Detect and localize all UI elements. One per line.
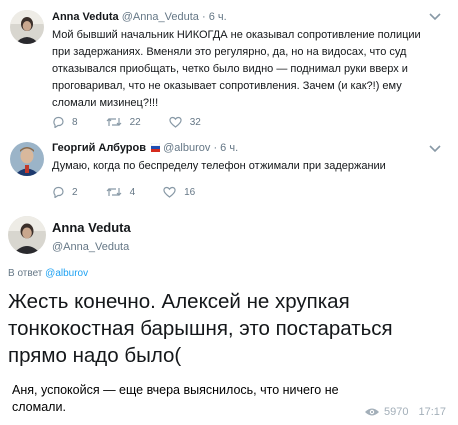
tweet-text-line: прямо надо было( — [8, 344, 182, 367]
tweet-text: Мой бывший начальник НИКОГДА не оказывал… — [52, 27, 432, 112]
reply-button[interactable]: 8 — [52, 116, 78, 128]
tweet-text-line: Мой бывший начальник НИКОГДА не оказывал… — [52, 29, 421, 41]
avatar[interactable] — [8, 216, 46, 254]
retweet-icon — [106, 188, 121, 196]
post-caption: Аня, успокойся — еще вчера выяснилось, ч… — [0, 370, 458, 425]
post-meta: 5970 17:17 — [364, 406, 446, 418]
tweet-anna-veduta[interactable]: Anna Veduta @Anna_Veduta · 6 ч. Мой бывш… — [0, 0, 458, 136]
eye-icon — [364, 408, 379, 416]
tweet-text-line: тонкокостная барышня, это постараться — [8, 317, 393, 340]
like-button[interactable]: 16 — [163, 186, 195, 198]
reply-count: 8 — [72, 116, 78, 128]
tweet-header: Георгий Албуров @alburov · 6 ч. — [52, 142, 238, 154]
tweet-time[interactable]: · 6 ч. — [202, 11, 227, 23]
tweet-actions: 8 22 32 — [52, 114, 229, 130]
author-handle[interactable]: @Anna_Veduta — [52, 241, 129, 253]
retweet-icon — [106, 118, 121, 126]
reply-button[interactable]: 2 — [52, 186, 78, 198]
post-time: 17:17 — [418, 406, 446, 418]
reply-user-link[interactable]: @alburov — [45, 268, 88, 279]
tweet-text-line: проговаривал, что не оказывает сопротивл… — [52, 80, 402, 92]
author-name[interactable]: Anna Veduta — [52, 11, 119, 23]
view-count: 5970 — [383, 406, 409, 418]
like-icon — [169, 116, 182, 128]
chevron-down-icon[interactable] — [428, 144, 442, 154]
caption-line: Аня, успокойся — еще вчера выяснилось, ч… — [12, 383, 339, 397]
like-count: 16 — [184, 186, 196, 198]
tweet-text-line: сломали мизинец?!!! — [52, 97, 159, 109]
caption-text: Аня, успокойся — еще вчера выяснилось, ч… — [12, 382, 412, 416]
reply-context: В ответ @alburov — [8, 268, 88, 279]
retweet-button[interactable]: 4 — [106, 186, 136, 198]
retweet-button[interactable]: 22 — [106, 116, 141, 128]
retweet-count: 22 — [129, 116, 141, 128]
author-name[interactable]: Георгий Албуров — [52, 142, 146, 154]
author-name[interactable]: Anna Veduta — [52, 220, 131, 235]
reply-icon — [53, 186, 64, 198]
retweet-count: 4 — [129, 186, 136, 198]
like-count: 32 — [189, 116, 201, 128]
tweet-time[interactable]: · 6 ч. — [213, 142, 238, 154]
tweet-actions: 2 4 16 — [52, 184, 223, 200]
reply-count: 2 — [72, 186, 78, 198]
tweet-text-line: при задержаниях. Вменяли это регулярно, … — [52, 46, 407, 58]
tweet-header: Anna Veduta @Anna_Veduta · 6 ч. — [52, 11, 227, 23]
avatar[interactable] — [10, 10, 44, 44]
caption-line: сломали. — [12, 400, 66, 414]
tweet-text-line: отказывался приобщать, четко было видно … — [52, 63, 408, 75]
reply-prefix: В ответ — [8, 268, 43, 279]
chevron-down-icon[interactable] — [428, 12, 442, 22]
tweet-text-line: Жесть конечно. Алексей не хрупкая — [8, 290, 350, 313]
like-icon — [163, 186, 176, 198]
flag-icon — [150, 142, 161, 152]
like-button[interactable]: 32 — [169, 116, 201, 128]
main-tweet-text: Жесть конечно. Алексей не хрупкая тонкок… — [8, 288, 448, 369]
tweet-text: Думаю, когда по беспределу телефон отжим… — [52, 160, 386, 172]
reply-icon — [53, 116, 64, 128]
avatar[interactable] — [10, 142, 44, 176]
tweet-alburov[interactable]: Георгий Албуров @alburov · 6 ч. Думаю, к… — [0, 136, 458, 206]
author-handle[interactable]: @Anna_Veduta — [122, 11, 199, 23]
author-handle[interactable]: @alburov — [163, 142, 210, 154]
